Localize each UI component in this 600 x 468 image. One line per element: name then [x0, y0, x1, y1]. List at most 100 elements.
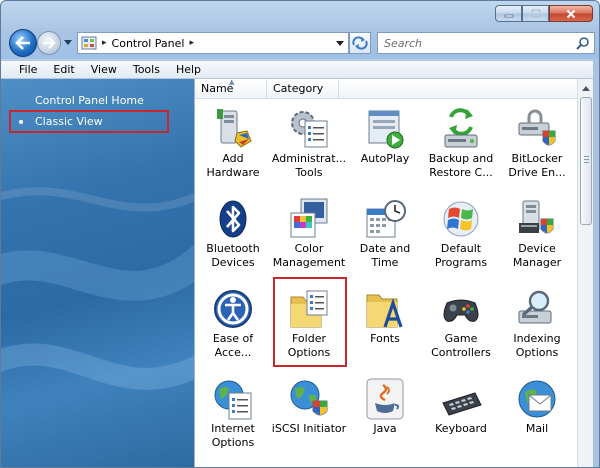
- window-border: [593, 59, 599, 467]
- menu-edit[interactable]: Edit: [45, 61, 82, 78]
- menu-help[interactable]: Help: [168, 61, 209, 78]
- add-hardware-icon: [217, 109, 252, 148]
- control-panel-icon: [81, 36, 97, 50]
- maximize-icon: [530, 9, 541, 18]
- color-management-icon: [290, 198, 328, 238]
- item-label: Java: [373, 422, 397, 435]
- item-keyboard[interactable]: Keyboard: [423, 371, 499, 459]
- breadcrumb-separator-icon[interactable]: ▸: [102, 38, 107, 48]
- close-icon: [566, 9, 576, 18]
- chevron-down-icon: [64, 39, 72, 45]
- column-header-name[interactable]: ▲ Name: [195, 79, 267, 99]
- window-caption-buttons: [495, 5, 593, 22]
- bluetooth-icon: [219, 200, 247, 238]
- item-add-hardware[interactable]: Add Hardware: [195, 101, 271, 189]
- keyboard-icon: [442, 392, 482, 416]
- item-label: Mail: [525, 422, 549, 435]
- menu-view[interactable]: View: [83, 61, 125, 78]
- item-administrative-tools[interactable]: Administrat... Tools: [271, 101, 347, 189]
- item-bitlocker[interactable]: BitLocker Drive En...: [499, 101, 575, 189]
- item-internet-options[interactable]: Internet Options: [195, 371, 271, 459]
- search-input[interactable]: [384, 36, 564, 50]
- item-label: Keyboard: [435, 422, 487, 435]
- scrollbar-thumb[interactable]: [580, 97, 592, 225]
- item-color-management[interactable]: Color Management: [271, 191, 347, 279]
- backup-restore-icon: [444, 108, 478, 148]
- menu-tools[interactable]: Tools: [125, 61, 168, 78]
- breadcrumb-control-panel[interactable]: Control Panel: [112, 37, 185, 50]
- search-box[interactable]: [377, 32, 595, 54]
- item-fonts[interactable]: Fonts: [347, 281, 423, 369]
- vertical-scrollbar[interactable]: [577, 79, 593, 467]
- items-view: ▲ Name Category Add Hardware Administrat…: [194, 79, 579, 467]
- sort-ascending-icon: ▲: [229, 79, 235, 86]
- item-bluetooth-devices[interactable]: Bluetooth Devices: [195, 191, 271, 279]
- indexing-options-icon: [518, 290, 552, 324]
- forward-arrow-icon: [43, 37, 56, 49]
- item-label: Default Programs: [434, 242, 488, 269]
- chevron-up-icon: [582, 85, 590, 91]
- item-label: Backup and Restore C...: [428, 152, 494, 179]
- refresh-icon: [352, 36, 368, 50]
- recent-pages-dropdown[interactable]: [63, 37, 73, 47]
- back-button[interactable]: [9, 29, 37, 57]
- item-default-programs[interactable]: Default Programs: [423, 191, 499, 279]
- scrollbar-grip-icon: [584, 156, 589, 164]
- item-label: Bluetooth Devices: [206, 242, 260, 269]
- task-pane: Control Panel Home Classic View: [1, 79, 194, 467]
- item-mail[interactable]: Mail: [499, 371, 575, 459]
- item-label: Internet Options: [211, 422, 255, 449]
- item-indexing-options[interactable]: Indexing Options: [499, 281, 575, 369]
- item-game-controllers[interactable]: Game Controllers: [423, 281, 499, 369]
- item-label: Date and Time: [359, 242, 411, 269]
- column-header-category[interactable]: Category: [267, 79, 339, 99]
- item-label: BitLocker Drive En...: [508, 152, 566, 179]
- address-dropdown-button[interactable]: [332, 33, 348, 53]
- iscsi-initiator-icon: [290, 380, 328, 416]
- item-device-manager[interactable]: Device Manager: [499, 191, 575, 279]
- bullet-icon: [19, 120, 23, 124]
- fonts-icon: [366, 294, 403, 328]
- java-icon: [366, 378, 404, 420]
- breadcrumb-separator-icon[interactable]: ▸: [189, 38, 194, 48]
- scroll-up-button[interactable]: [579, 81, 593, 95]
- device-manager-icon: [519, 200, 554, 234]
- item-autoplay[interactable]: AutoPlay: [347, 101, 423, 189]
- mail-icon: [518, 380, 556, 418]
- maximize-button[interactable]: [522, 5, 549, 22]
- close-button[interactable]: [549, 5, 593, 22]
- bitlocker-icon: [518, 109, 556, 146]
- classic-view-highlight: Classic View: [9, 110, 169, 133]
- internet-options-icon: [214, 380, 252, 420]
- administrative-tools-icon: [291, 111, 328, 148]
- item-label: Device Manager: [512, 242, 562, 269]
- minimize-button[interactable]: [495, 5, 522, 22]
- classic-view-link[interactable]: Classic View: [35, 115, 103, 128]
- ease-of-access-icon: [214, 290, 252, 328]
- task-pane-background-swirl: [1, 187, 194, 390]
- game-controllers-icon: [443, 299, 479, 322]
- default-programs-icon: [443, 201, 479, 237]
- item-backup-and-restore[interactable]: Backup and Restore C...: [423, 101, 499, 189]
- date-time-icon: [366, 200, 406, 238]
- item-date-and-time[interactable]: Date and Time: [347, 191, 423, 279]
- item-label: Ease of Acce...: [212, 332, 254, 359]
- address-bar[interactable]: ▸ Control Panel ▸: [77, 32, 349, 54]
- control-panel-home-link[interactable]: Control Panel Home: [35, 94, 144, 107]
- item-iscsi-initiator[interactable]: iSCSI Initiator: [271, 371, 347, 459]
- item-label: AutoPlay: [360, 152, 410, 165]
- menu-file[interactable]: File: [11, 61, 45, 78]
- item-label: Indexing Options: [513, 332, 561, 359]
- refresh-button[interactable]: [349, 32, 371, 54]
- item-label: iSCSI Initiator: [271, 422, 347, 435]
- item-label: Fonts: [370, 332, 400, 345]
- item-label: Color Management: [272, 242, 346, 269]
- item-java[interactable]: Java: [347, 371, 423, 459]
- autoplay-icon: [368, 110, 404, 149]
- chevron-down-icon: [336, 40, 344, 46]
- column-headers: ▲ Name Category: [195, 79, 579, 99]
- item-ease-of-access[interactable]: Ease of Acce...: [195, 281, 271, 369]
- search-icon[interactable]: [576, 36, 590, 50]
- folder-options-highlight: [273, 277, 347, 367]
- forward-button[interactable]: [37, 31, 61, 55]
